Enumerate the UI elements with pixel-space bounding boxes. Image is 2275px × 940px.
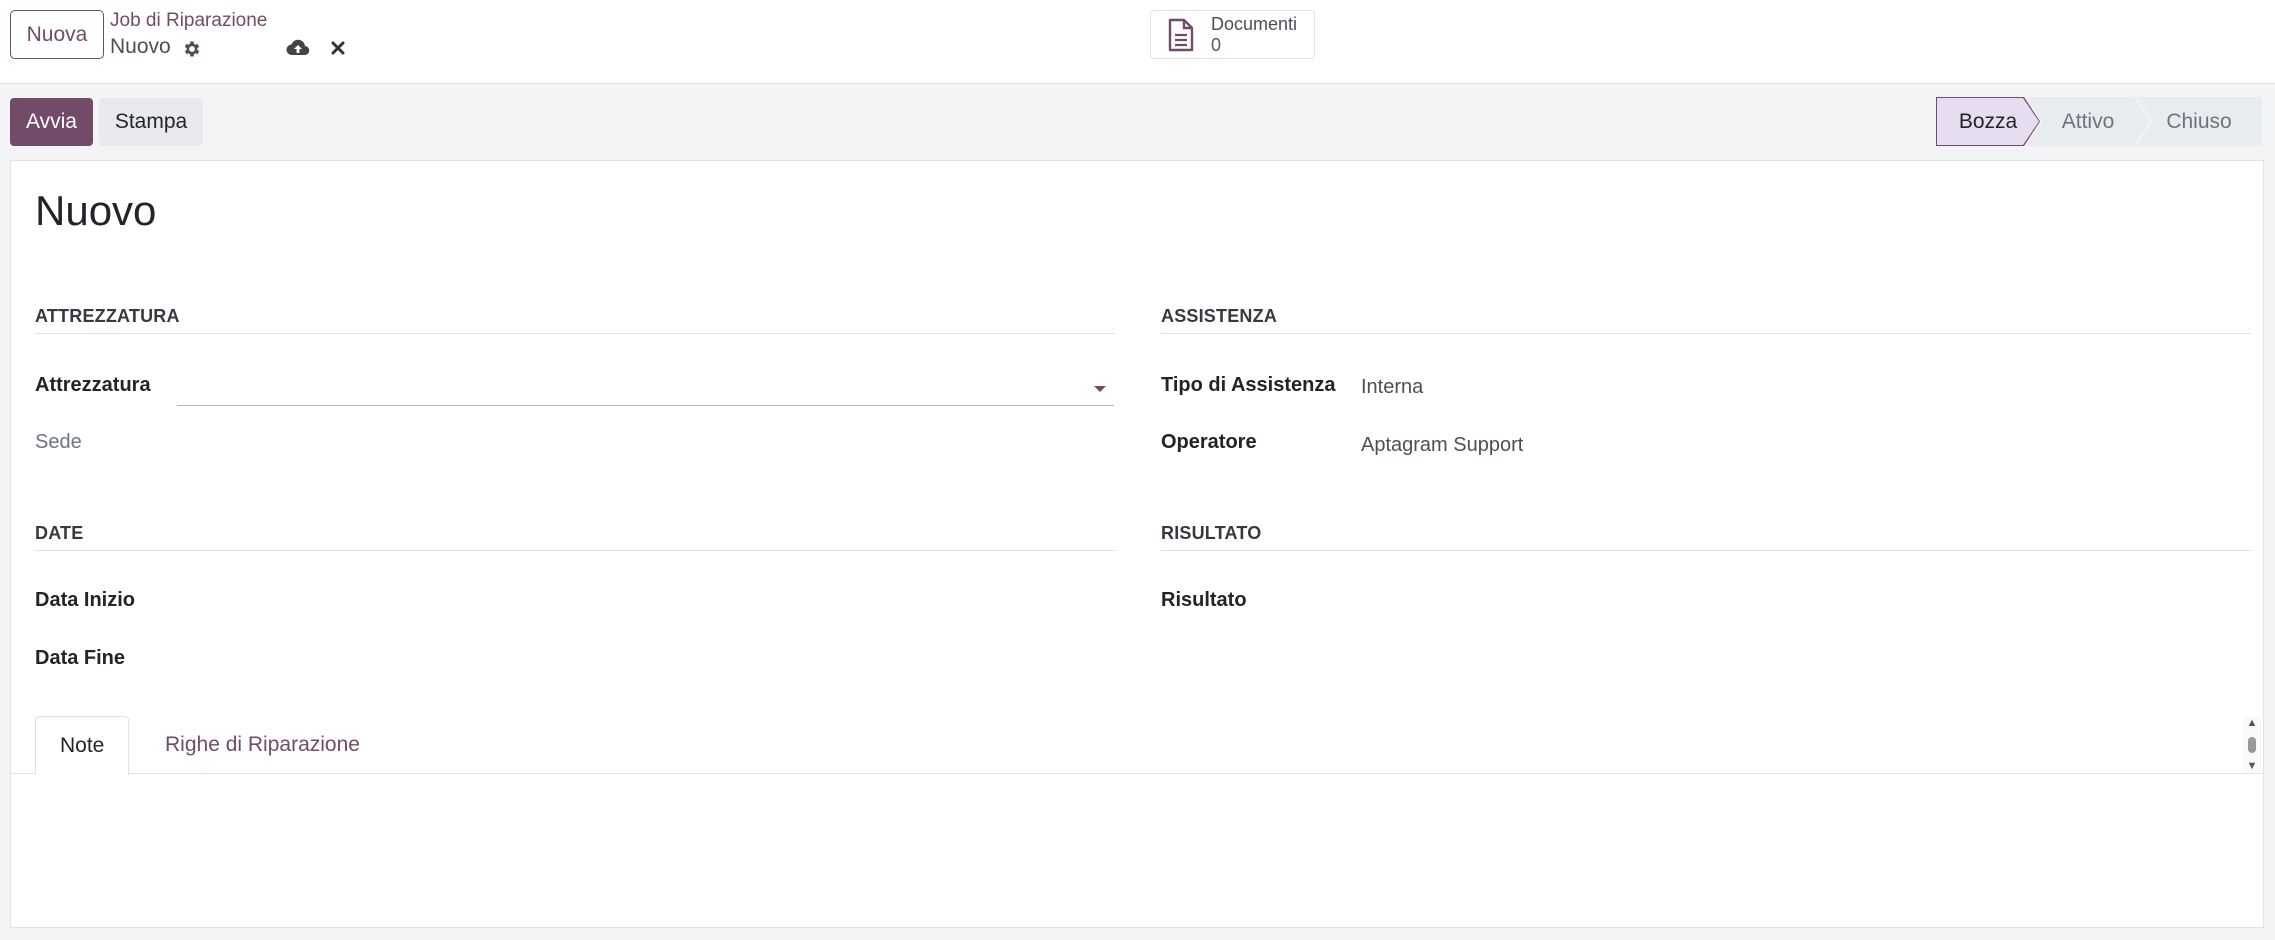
smart-button-count: 0: [1211, 34, 1222, 55]
tab-repair-lines[interactable]: Righe di Riparazione: [141, 716, 384, 774]
start-button[interactable]: Avvia: [10, 98, 93, 146]
print-button[interactable]: Stampa: [99, 98, 203, 146]
operator-value[interactable]: Aptagram Support: [1361, 434, 1523, 457]
chevron-up-icon[interactable]: ▲: [2247, 717, 2258, 729]
result-label: Risultato: [1161, 589, 1247, 611]
document-icon: [1151, 18, 1211, 52]
chevron-down-icon[interactable]: [1094, 386, 1106, 392]
tab-notes[interactable]: Note: [35, 716, 130, 775]
equipment-label: Attrezzatura: [35, 374, 151, 396]
notebook-tabs: Note Righe di Riparazione: [11, 716, 2265, 775]
tabs-scrollbar[interactable]: ▲ ▼: [2243, 717, 2261, 772]
stage-label: Attivo: [2061, 109, 2115, 133]
end-date-label: Data Fine: [35, 647, 126, 669]
stage-pipeline: Bozza Attivo Chiuso: [1936, 97, 2262, 146]
group-title-result: RISULTATO: [1161, 523, 2251, 551]
group-title-dates: DATE: [35, 523, 1115, 551]
status-bar: Avvia Stampa Bozza Attivo Chiuso: [0, 85, 2275, 159]
close-icon[interactable]: [324, 34, 352, 62]
stage-active[interactable]: Attivo: [2026, 97, 2150, 146]
new-record-button[interactable]: Nuova: [10, 10, 104, 59]
cloud-upload-icon[interactable]: [284, 34, 312, 62]
chevron-down-icon[interactable]: ▼: [2247, 760, 2258, 772]
record-title: Nuovo: [35, 187, 157, 234]
start-date-label: Data Inizio: [35, 589, 136, 611]
assistance-type-label: Tipo di Assistenza: [1161, 374, 1336, 396]
group-title-assistance: ASSISTENZA: [1161, 306, 2251, 334]
control-panel: Nuova Job di Riparazione Nuovo Documenti…: [0, 0, 2275, 84]
stage-label: Bozza: [1958, 109, 2018, 133]
breadcrumb-parent-link[interactable]: Job di Riparazione: [110, 10, 267, 32]
stage-closed[interactable]: Chiuso: [2136, 97, 2262, 146]
site-label: Sede: [35, 431, 82, 453]
form-sheet: Nuovo ATTREZZATURA Attrezzatura Sede ASS…: [10, 160, 2265, 928]
smart-button-label: Documenti: [1211, 13, 1298, 34]
breadcrumb-current: Nuovo: [110, 35, 171, 58]
assistance-type-value[interactable]: Interna: [1361, 376, 1423, 399]
group-title-equipment: ATTREZZATURA: [35, 306, 1115, 334]
documents-smart-button[interactable]: Documenti 0: [1150, 10, 1315, 59]
equipment-input[interactable]: [177, 371, 1114, 406]
stage-label: Chiuso: [2166, 109, 2232, 133]
stage-draft[interactable]: Bozza: [1936, 97, 2040, 146]
operator-label: Operatore: [1161, 431, 1257, 453]
scroll-thumb[interactable]: [2248, 736, 2256, 753]
gear-icon[interactable]: [178, 35, 206, 63]
